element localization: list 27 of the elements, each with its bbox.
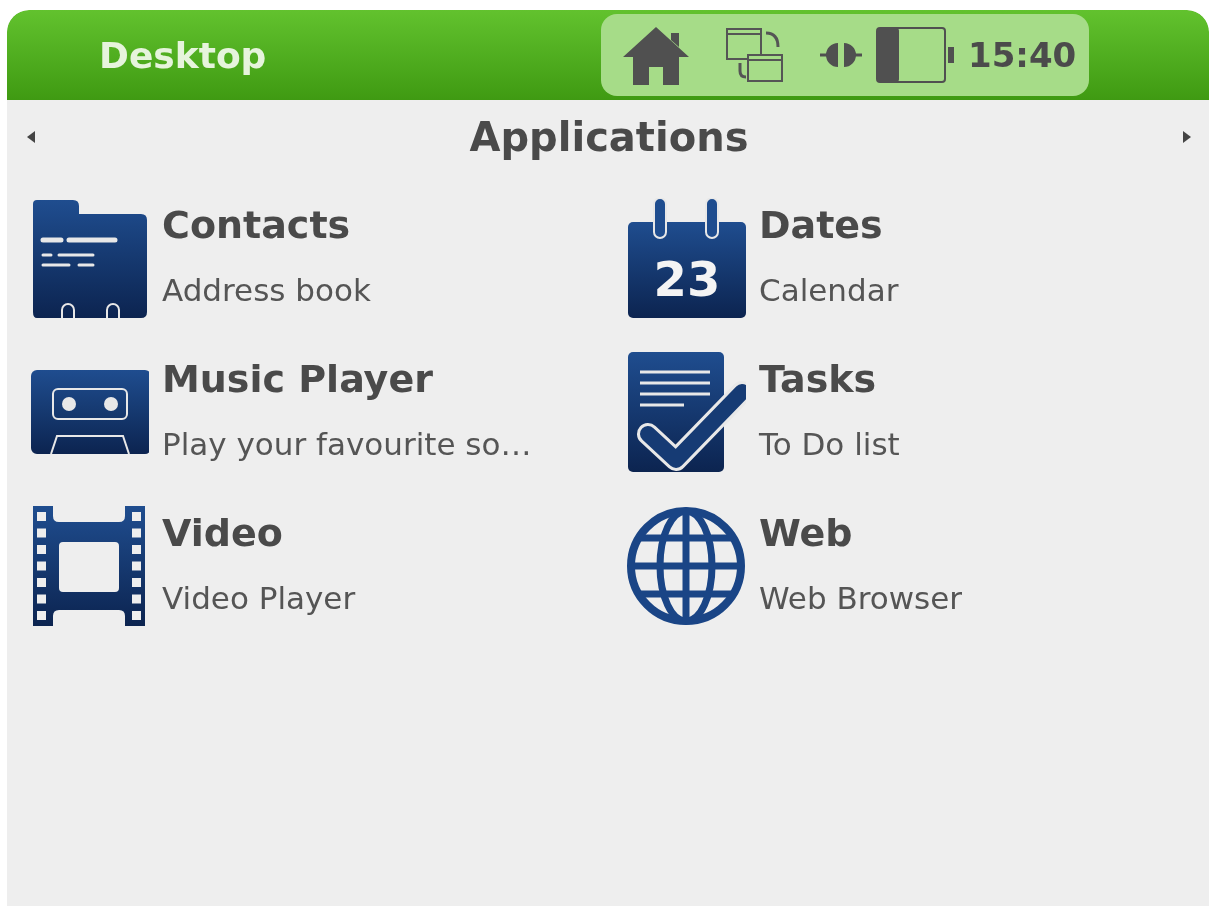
- calendar-icon: [628, 198, 746, 318]
- previous-arrow-icon[interactable]: [27, 131, 35, 143]
- app-title[interactable]: Contacts: [162, 200, 371, 250]
- app-description: Calendar: [759, 271, 899, 310]
- home-icon[interactable]: [623, 25, 689, 85]
- app-title[interactable]: Music Player: [162, 354, 532, 404]
- globe-icon: [627, 507, 745, 625]
- app-description: Video Player: [162, 579, 356, 618]
- cassette-icon: [31, 370, 149, 455]
- app-title[interactable]: Tasks: [759, 354, 900, 404]
- window-switch-icon[interactable]: [726, 27, 784, 83]
- connector-icon: [820, 40, 862, 70]
- clock-time: 15:40: [968, 35, 1077, 75]
- app-title[interactable]: Video: [162, 508, 356, 558]
- app-description: Play your favourite so…: [162, 425, 532, 464]
- address-card-icon: [33, 200, 147, 318]
- window-title: Desktop: [99, 34, 268, 76]
- film-strip-icon: [33, 506, 145, 626]
- app-description: Web Browser: [759, 579, 963, 618]
- app-title[interactable]: Dates: [759, 200, 899, 250]
- page-heading: Applications: [469, 114, 749, 160]
- next-arrow-icon[interactable]: [1183, 131, 1191, 143]
- checklist-icon: [628, 352, 746, 472]
- app-title[interactable]: Web: [759, 508, 963, 558]
- date-number: 23: [653, 251, 721, 307]
- app-description: Address book: [162, 271, 371, 310]
- app-description: To Do list: [759, 425, 900, 464]
